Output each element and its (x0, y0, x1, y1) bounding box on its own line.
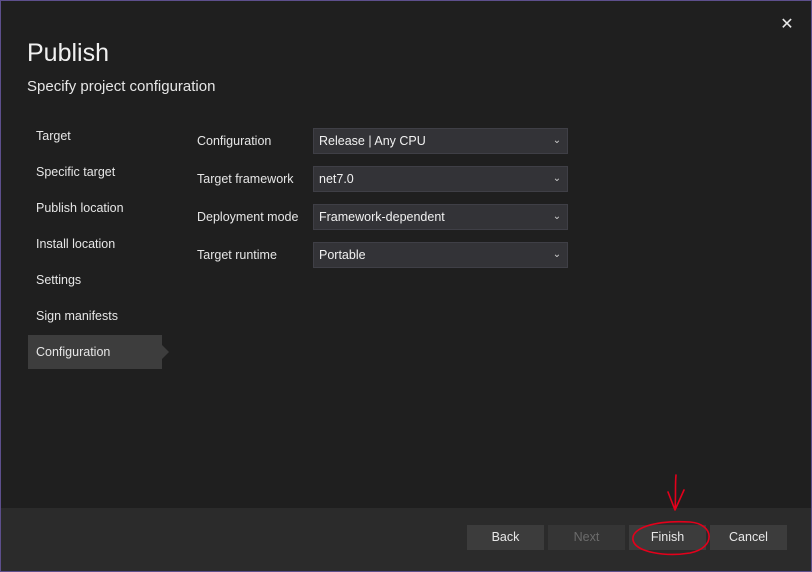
wizard-step-list: Target Specific target Publish location … (28, 119, 170, 371)
dialog-footer: Back Next Finish Cancel (1, 508, 811, 571)
configuration-select[interactable]: Release | Any CPU ⌄ (313, 128, 568, 154)
chevron-down-icon: ⌄ (552, 135, 562, 146)
step-publish-location[interactable]: Publish location (28, 191, 163, 225)
publish-dialog: ✕ Publish Specify project configuration … (0, 0, 812, 572)
next-button: Next (548, 525, 625, 550)
target-runtime-select[interactable]: Portable ⌄ (313, 242, 568, 268)
step-specific-target[interactable]: Specific target (28, 155, 163, 189)
back-button[interactable]: Back (467, 525, 544, 550)
page-title: Publish (27, 39, 109, 67)
deployment-mode-value: Framework-dependent (319, 210, 445, 224)
target-runtime-value: Portable (319, 248, 366, 262)
target-framework-select[interactable]: net7.0 ⌄ (313, 166, 568, 192)
step-configuration[interactable]: Configuration (28, 335, 169, 369)
chevron-down-icon: ⌄ (552, 211, 562, 222)
step-target[interactable]: Target (28, 119, 163, 153)
configuration-value: Release | Any CPU (319, 134, 426, 148)
finish-button[interactable]: Finish (629, 525, 706, 550)
chevron-down-icon: ⌄ (552, 249, 562, 260)
configuration-label: Configuration (197, 134, 272, 148)
page-subtitle: Specify project configuration (27, 78, 216, 95)
step-sign-manifests[interactable]: Sign manifests (28, 299, 163, 333)
step-install-location[interactable]: Install location (28, 227, 163, 261)
step-settings[interactable]: Settings (28, 263, 163, 297)
target-framework-value: net7.0 (319, 172, 354, 186)
target-runtime-label: Target runtime (197, 248, 277, 262)
cancel-button[interactable]: Cancel (710, 525, 787, 550)
deployment-mode-select[interactable]: Framework-dependent ⌄ (313, 204, 568, 230)
close-icon[interactable]: ✕ (776, 14, 798, 36)
target-framework-label: Target framework (197, 172, 294, 186)
chevron-down-icon: ⌄ (552, 173, 562, 184)
deployment-mode-label: Deployment mode (197, 210, 299, 224)
